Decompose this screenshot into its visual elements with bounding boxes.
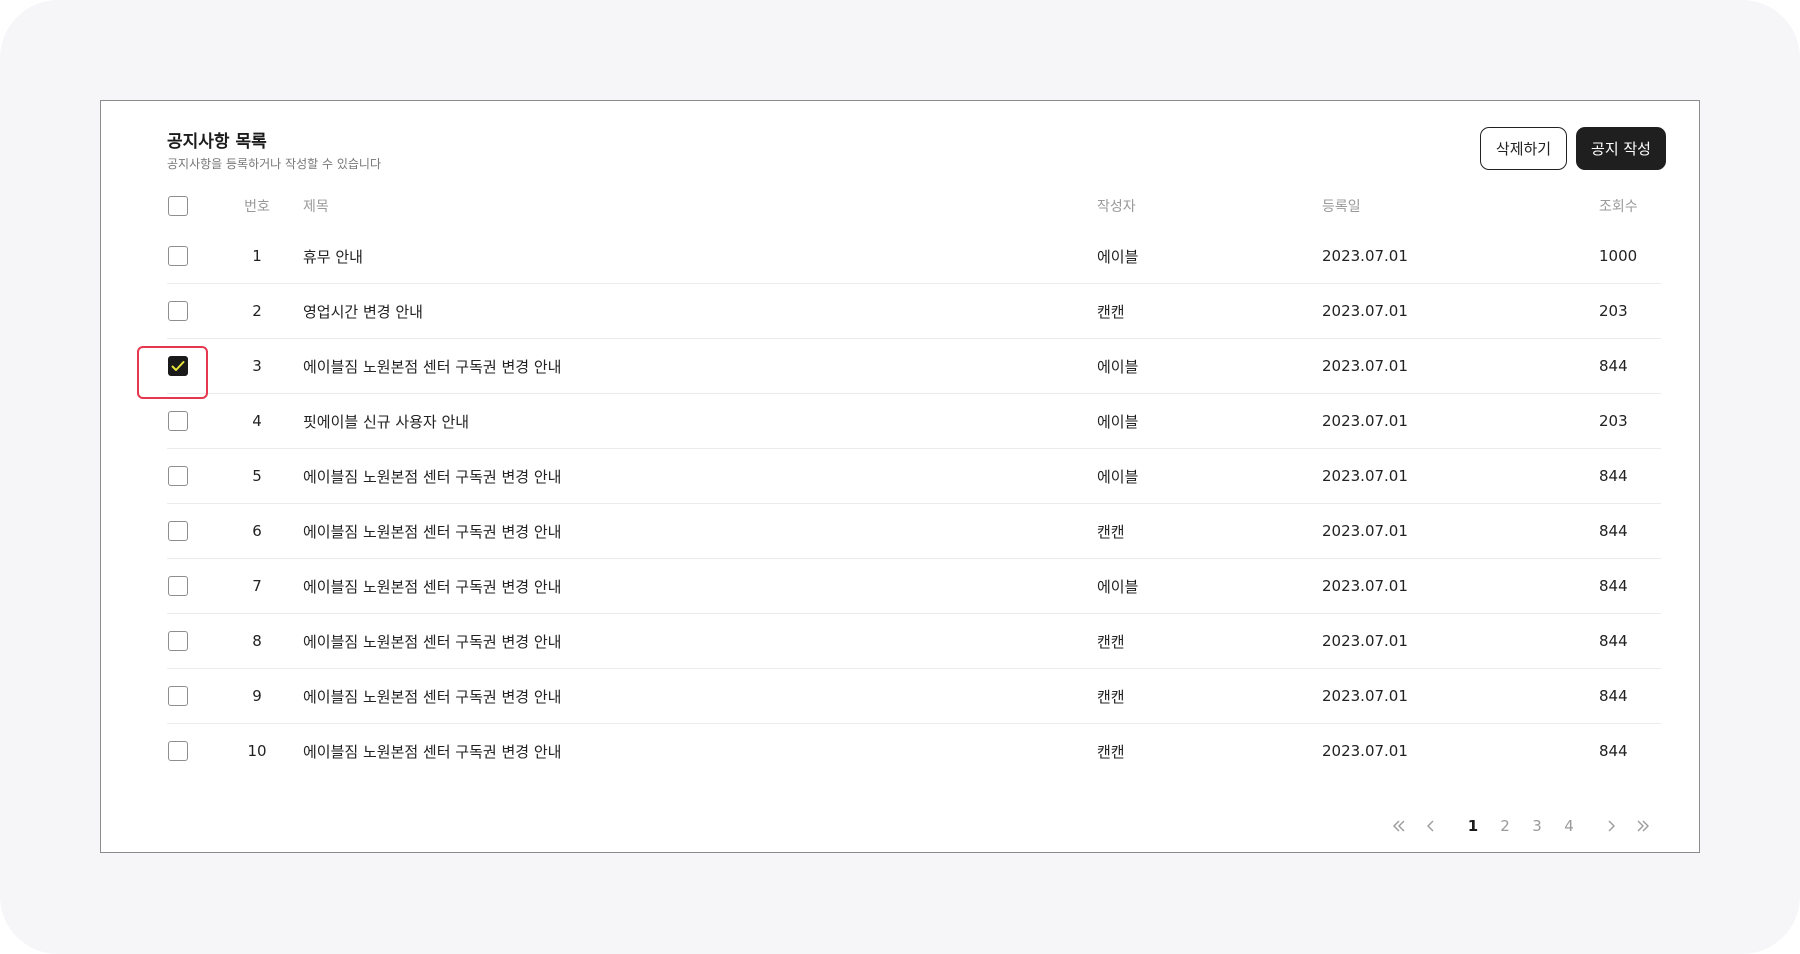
row-date: 2023.07.01 (1322, 302, 1408, 320)
row-number: 6 (252, 522, 262, 540)
next-page-button[interactable] (1595, 810, 1627, 842)
row-date: 2023.07.01 (1322, 742, 1408, 760)
column-header-date: 등록일 (1322, 199, 1361, 215)
row-number: 7 (252, 577, 262, 595)
row-number: 9 (252, 687, 262, 705)
row-checkbox[interactable] (168, 411, 188, 431)
write-notice-button[interactable]: 공지 작성 (1576, 127, 1666, 170)
row-checkbox[interactable] (168, 741, 188, 761)
row-date: 2023.07.01 (1322, 412, 1408, 430)
table-row[interactable]: 7 에이블짐 노원본점 센터 구독권 변경 안내 에이블 2023.07.01 844 (167, 559, 1661, 614)
row-checkbox[interactable] (168, 686, 188, 706)
row-title[interactable]: 에이블짐 노원본점 센터 구독권 변경 안내 (303, 724, 561, 778)
table-row[interactable]: 2 영업시간 변경 안내 캔캔 2023.07.01 203 (167, 284, 1661, 339)
page-title: 공지사항 목록 (167, 132, 267, 152)
row-views: 844 (1599, 742, 1628, 760)
row-author: 에이블 (1097, 412, 1139, 431)
table-row[interactable]: 9 에이블짐 노원본점 센터 구독권 변경 안내 캔캔 2023.07.01 844 (167, 669, 1661, 724)
row-number: 5 (252, 467, 262, 485)
row-author: 캔캔 (1097, 632, 1125, 651)
row-views: 844 (1599, 467, 1628, 485)
row-title[interactable]: 에이블짐 노원본점 센터 구독권 변경 안내 (303, 614, 561, 668)
row-views: 844 (1599, 632, 1628, 650)
row-date: 2023.07.01 (1322, 357, 1408, 375)
row-author: 캔캔 (1097, 687, 1125, 706)
row-checkbox[interactable] (168, 246, 188, 266)
table-row[interactable]: 5 에이블짐 노원본점 센터 구독권 변경 안내 에이블 2023.07.01 844 (167, 449, 1661, 504)
row-number: 4 (252, 412, 262, 430)
notice-list-panel: 공지사항 목록 공지사항을 등록하거나 작성할 수 있습니다 삭제하기 공지 작… (100, 100, 1700, 853)
row-views: 203 (1599, 302, 1628, 320)
page-number-button[interactable]: 4 (1553, 810, 1585, 842)
row-number: 3 (252, 357, 262, 375)
prev-page-button[interactable] (1415, 810, 1447, 842)
row-checkbox[interactable] (168, 521, 188, 541)
row-views: 844 (1599, 577, 1628, 595)
select-all-checkbox[interactable] (168, 196, 188, 216)
row-author: 캔캔 (1097, 742, 1125, 761)
chevron-right-icon (1608, 820, 1615, 832)
delete-button[interactable]: 삭제하기 (1480, 127, 1567, 170)
row-date: 2023.07.01 (1322, 687, 1408, 705)
row-author: 에이블 (1097, 357, 1139, 376)
row-checkbox[interactable] (168, 301, 188, 321)
row-date: 2023.07.01 (1322, 522, 1408, 540)
row-author: 에이블 (1097, 577, 1139, 596)
chevrons-right-icon (1637, 820, 1649, 832)
row-views: 844 (1599, 522, 1628, 540)
row-author: 에이블 (1097, 467, 1139, 486)
row-checkbox[interactable] (168, 576, 188, 596)
table-row[interactable]: 10 에이블짐 노원본점 센터 구독권 변경 안내 캔캔 2023.07.01 844 (167, 724, 1661, 778)
table-row[interactable]: 1 휴무 안내 에이블 2023.07.01 1000 (167, 229, 1661, 284)
row-date: 2023.07.01 (1322, 247, 1408, 265)
row-title[interactable]: 에이블짐 노원본점 센터 구독권 변경 안내 (303, 504, 561, 558)
row-title[interactable]: 휴무 안내 (303, 229, 363, 283)
column-header-number: 번호 (244, 199, 270, 215)
notice-table: 번호 제목 작성자 등록일 조회수 1 휴무 안내 에이블 2023.07.01 100… (167, 183, 1661, 778)
column-header-views: 조회수 (1599, 199, 1638, 215)
chevrons-left-icon (1393, 820, 1405, 832)
row-number: 8 (252, 632, 262, 650)
row-views: 844 (1599, 687, 1628, 705)
row-number: 10 (247, 742, 267, 760)
row-date: 2023.07.01 (1322, 467, 1408, 485)
row-author: 캔캔 (1097, 522, 1125, 541)
column-header-title: 제목 (303, 199, 329, 215)
row-author: 에이블 (1097, 247, 1139, 266)
column-header-author: 작성자 (1097, 199, 1136, 215)
table-row[interactable]: 4 핏에이블 신규 사용자 안내 에이블 2023.07.01 203 (167, 394, 1661, 449)
first-page-button[interactable] (1383, 810, 1415, 842)
table-row[interactable]: 3 에이블짐 노원본점 센터 구독권 변경 안내 에이블 2023.07.01 844 (167, 339, 1661, 394)
row-title[interactable]: 에이블짐 노원본점 센터 구독권 변경 안내 (303, 559, 561, 613)
table-row[interactable]: 8 에이블짐 노원본점 센터 구독권 변경 안내 캔캔 2023.07.01 844 (167, 614, 1661, 669)
page-numbers: 1234 (1457, 810, 1585, 842)
page-number-button[interactable]: 2 (1489, 810, 1521, 842)
chevron-left-icon (1427, 820, 1434, 832)
row-title[interactable]: 에이블짐 노원본점 센터 구독권 변경 안내 (303, 449, 561, 503)
page-subtitle: 공지사항을 등록하거나 작성할 수 있습니다 (167, 157, 381, 171)
row-title[interactable]: 핏에이블 신규 사용자 안내 (303, 394, 469, 448)
row-checkbox[interactable] (168, 466, 188, 486)
pagination: 1234 (1383, 810, 1659, 842)
row-checkbox[interactable] (168, 631, 188, 651)
row-number: 1 (252, 247, 262, 265)
row-title[interactable]: 에이블짐 노원본점 센터 구독권 변경 안내 (303, 339, 561, 393)
row-views: 1000 (1599, 247, 1638, 265)
last-page-button[interactable] (1627, 810, 1659, 842)
page-number-button[interactable]: 3 (1521, 810, 1553, 842)
row-title[interactable]: 영업시간 변경 안내 (303, 284, 423, 338)
row-date: 2023.07.01 (1322, 632, 1408, 650)
row-views: 203 (1599, 412, 1628, 430)
row-title[interactable]: 에이블짐 노원본점 센터 구독권 변경 안내 (303, 669, 561, 723)
row-date: 2023.07.01 (1322, 577, 1408, 595)
row-author: 캔캔 (1097, 302, 1125, 321)
table-body: 1 휴무 안내 에이블 2023.07.01 1000 2 영업시간 변경 안내 캔캔 2023… (167, 229, 1661, 778)
selected-checkbox-highlight (137, 346, 208, 399)
page-number-button[interactable]: 1 (1457, 810, 1489, 842)
app-frame: 공지사항 목록 공지사항을 등록하거나 작성할 수 있습니다 삭제하기 공지 작… (0, 0, 1800, 954)
row-number: 2 (252, 302, 262, 320)
table-header-row: 번호 제목 작성자 등록일 조회수 (167, 183, 1661, 229)
table-row[interactable]: 6 에이블짐 노원본점 센터 구독권 변경 안내 캔캔 2023.07.01 844 (167, 504, 1661, 559)
row-views: 844 (1599, 357, 1628, 375)
